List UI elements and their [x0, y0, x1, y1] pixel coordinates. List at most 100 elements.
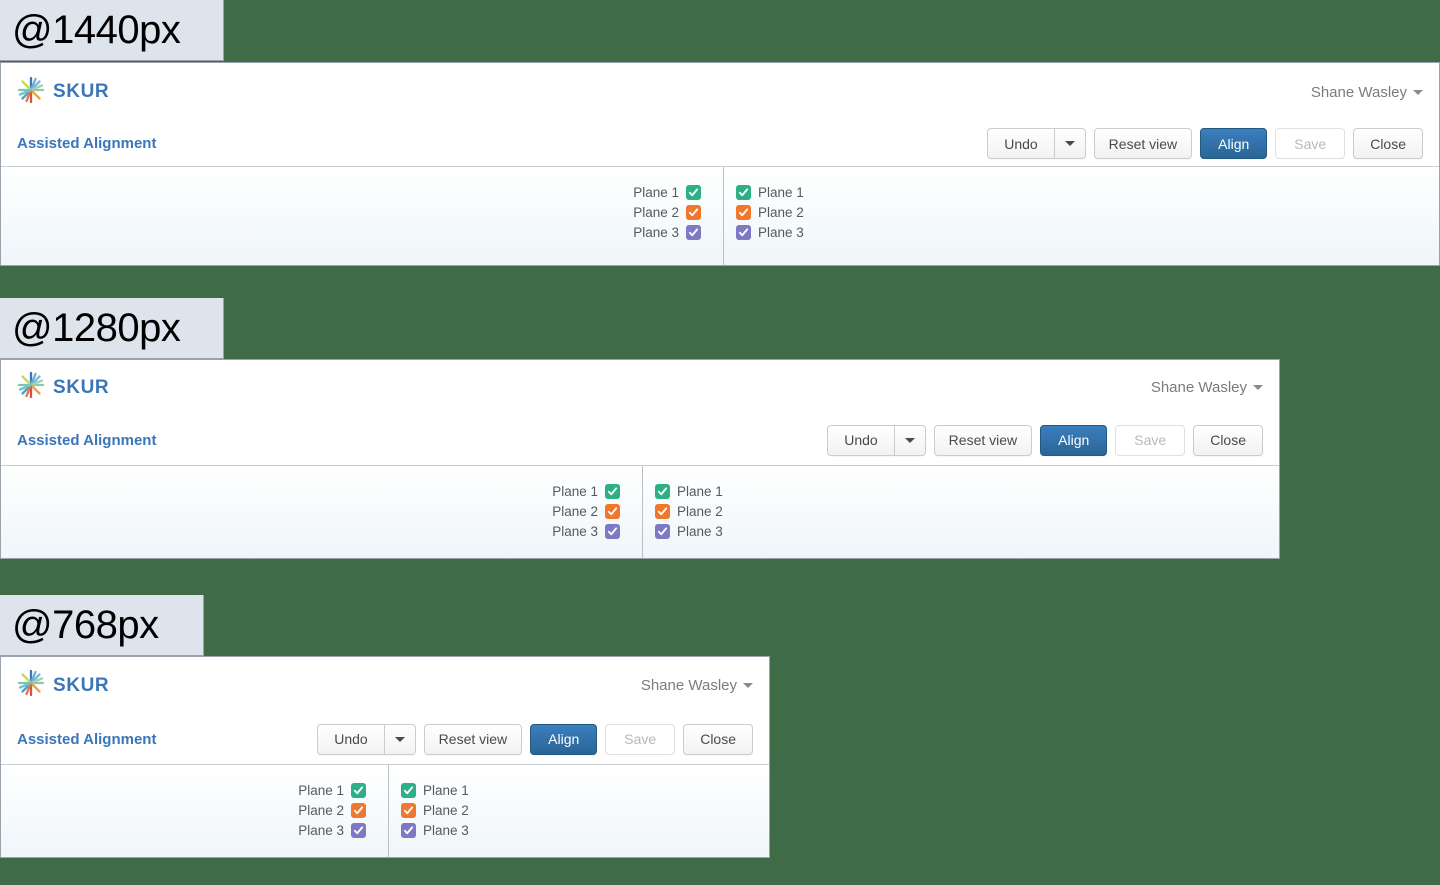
source-plane-label-1: Plane 1 — [633, 185, 679, 200]
align-button-1280[interactable]: Align — [1040, 424, 1108, 456]
breakpoint-label-1280: @1280px — [0, 298, 224, 359]
align-button-1440[interactable]: Align — [1200, 128, 1268, 159]
target-plane-checkbox-3[interactable] — [736, 225, 751, 240]
alignment-panel-1280: Plane 1 Plane 2 Plane 3 Plane 1 Plane 2 … — [1, 465, 1279, 558]
reset-view-button-768[interactable]: Reset view — [423, 723, 523, 755]
user-menu-1440[interactable]: Shane Wasley — [1311, 84, 1423, 101]
target-plane-checkbox-3[interactable] — [401, 823, 416, 838]
user-menu-768[interactable]: Shane Wasley — [641, 677, 753, 694]
source-plane-checkbox-1[interactable] — [605, 484, 620, 499]
target-plane-item-1[interactable]: Plane 1 — [655, 484, 723, 499]
toolbar-1440: Undo Reset view Align Save Close — [987, 128, 1423, 159]
source-pane-1280: Plane 1 Plane 2 Plane 3 — [1, 466, 642, 558]
source-plane-item-3[interactable]: Plane 3 — [633, 225, 701, 240]
target-plane-item-3[interactable]: Plane 3 — [736, 225, 804, 240]
source-plane-item-2[interactable]: Plane 2 — [633, 205, 701, 220]
reset-view-button-1440[interactable]: Reset view — [1093, 128, 1193, 159]
app-window-768: SKUR Shane Wasley Assisted Alignment Und… — [0, 656, 770, 858]
header-1280: SKUR Shane Wasley — [1, 360, 1279, 415]
undo-dropdown-button-1440[interactable] — [1053, 128, 1086, 159]
toolbar-1280: Undo Reset view Align Save Close — [827, 424, 1263, 456]
target-plane-list-768: Plane 1 Plane 2 Plane 3 — [401, 783, 469, 838]
source-plane-checkbox-1[interactable] — [351, 783, 366, 798]
target-plane-checkbox-2[interactable] — [736, 205, 751, 220]
close-button-1280[interactable]: Close — [1193, 424, 1263, 456]
alignment-panel-1440: Plane 1 Plane 2 Plane 3 Plane 1 Plane 2 … — [1, 166, 1439, 265]
source-plane-item-1[interactable]: Plane 1 — [298, 783, 366, 798]
source-plane-item-1[interactable]: Plane 1 — [552, 484, 620, 499]
user-name-1280: Shane Wasley — [1150, 379, 1247, 396]
source-plane-checkbox-3[interactable] — [351, 823, 366, 838]
target-plane-label-3: Plane 3 — [677, 524, 723, 539]
target-plane-checkbox-2[interactable] — [401, 803, 416, 818]
source-plane-label-2: Plane 2 — [552, 504, 598, 519]
app-root-1280: SKUR Shane Wasley Assisted Alignment Und… — [1, 360, 1279, 558]
page-title-768: Assisted Alignment — [17, 730, 157, 748]
brand-name-1440: SKUR — [53, 81, 110, 102]
target-plane-label-1: Plane 1 — [677, 484, 723, 499]
target-plane-item-1[interactable]: Plane 1 — [736, 185, 804, 200]
target-plane-item-3[interactable]: Plane 3 — [401, 823, 469, 838]
user-name-768: Shane Wasley — [640, 677, 737, 694]
target-plane-item-2[interactable]: Plane 2 — [401, 803, 469, 818]
undo-dropdown-button-768[interactable] — [383, 723, 416, 755]
target-plane-list-1280: Plane 1 Plane 2 Plane 3 — [655, 484, 723, 539]
save-button-1440: Save — [1275, 128, 1346, 159]
app-root-1440: SKUR Shane Wasley Assisted Alignment Und… — [1, 63, 1439, 265]
source-plane-item-3[interactable]: Plane 3 — [552, 524, 620, 539]
target-pane-768: Plane 1 Plane 2 Plane 3 — [388, 765, 769, 857]
source-plane-checkbox-2[interactable] — [686, 205, 701, 220]
source-plane-checkbox-3[interactable] — [686, 225, 701, 240]
toolbar-row-768: Assisted Alignment Undo Reset view Align… — [1, 714, 769, 764]
undo-dropdown-button-1280[interactable] — [893, 424, 926, 456]
target-plane-checkbox-1[interactable] — [655, 484, 670, 499]
target-plane-label-3: Plane 3 — [758, 225, 804, 240]
app-window-1280: SKUR Shane Wasley Assisted Alignment Und… — [0, 359, 1280, 559]
source-plane-checkbox-2[interactable] — [351, 803, 366, 818]
target-plane-checkbox-2[interactable] — [655, 504, 670, 519]
source-plane-item-2[interactable]: Plane 2 — [552, 504, 620, 519]
target-plane-label-1: Plane 1 — [423, 783, 469, 798]
source-plane-label-3: Plane 3 — [552, 524, 598, 539]
source-plane-label-2: Plane 2 — [633, 205, 679, 220]
source-plane-item-2[interactable]: Plane 2 — [298, 803, 366, 818]
target-plane-label-2: Plane 2 — [423, 803, 469, 818]
target-plane-checkbox-1[interactable] — [736, 185, 751, 200]
reset-view-button-1280[interactable]: Reset view — [933, 424, 1033, 456]
source-plane-item-3[interactable]: Plane 3 — [298, 823, 366, 838]
page-title-1440: Assisted Alignment — [17, 135, 157, 152]
undo-button-1280[interactable]: Undo — [827, 424, 894, 456]
target-plane-item-1[interactable]: Plane 1 — [401, 783, 469, 798]
close-button-1440[interactable]: Close — [1353, 128, 1423, 159]
target-plane-checkbox-1[interactable] — [401, 783, 416, 798]
skur-starburst-logo-icon — [17, 669, 45, 702]
source-plane-label-2: Plane 2 — [298, 803, 344, 818]
breakpoint-label-1440: @1440px — [0, 0, 224, 61]
source-plane-checkbox-3[interactable] — [605, 524, 620, 539]
close-button-768[interactable]: Close — [683, 723, 753, 755]
chevron-down-icon — [1413, 89, 1423, 95]
source-plane-checkbox-1[interactable] — [686, 185, 701, 200]
chevron-down-icon — [1253, 385, 1263, 390]
brand-1440: SKUR — [17, 76, 109, 109]
target-plane-item-3[interactable]: Plane 3 — [655, 524, 723, 539]
user-menu-1280[interactable]: Shane Wasley — [1151, 379, 1263, 396]
chevron-down-icon — [1064, 141, 1075, 146]
undo-button-1440[interactable]: Undo — [987, 128, 1054, 159]
alignment-panel-768: Plane 1 Plane 2 Plane 3 Plane 1 Plane 2 … — [1, 764, 769, 857]
target-plane-item-2[interactable]: Plane 2 — [655, 504, 723, 519]
undo-split-button-1440: Undo — [987, 128, 1086, 159]
undo-button-768[interactable]: Undo — [317, 723, 384, 755]
app-root-768: SKUR Shane Wasley Assisted Alignment Und… — [1, 657, 769, 857]
source-plane-checkbox-2[interactable] — [605, 504, 620, 519]
target-plane-checkbox-3[interactable] — [655, 524, 670, 539]
source-plane-item-1[interactable]: Plane 1 — [633, 185, 701, 200]
target-plane-item-2[interactable]: Plane 2 — [736, 205, 804, 220]
breakpoint-label-768: @768px — [0, 595, 204, 656]
align-button-768[interactable]: Align — [530, 723, 598, 755]
header-768: SKUR Shane Wasley — [1, 657, 769, 714]
source-pane-1440: Plane 1 Plane 2 Plane 3 — [1, 167, 723, 265]
undo-split-button-768: Undo — [317, 723, 416, 755]
save-button-1280: Save — [1115, 424, 1186, 456]
target-plane-label-1: Plane 1 — [758, 185, 804, 200]
